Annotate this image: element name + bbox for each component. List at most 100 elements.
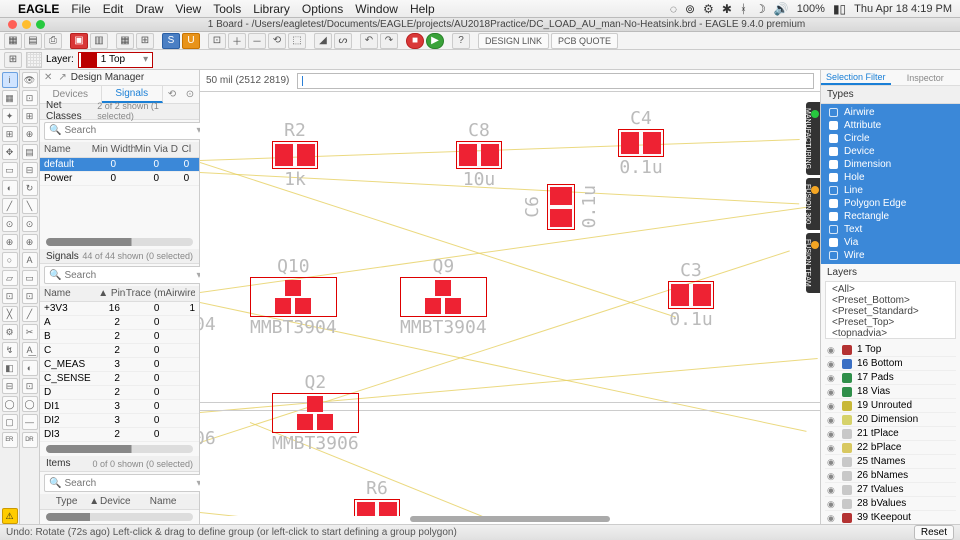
command-input[interactable] bbox=[297, 73, 814, 89]
tool[interactable]: ○ bbox=[2, 252, 18, 268]
tool[interactable]: ↯ bbox=[2, 342, 18, 358]
col-device[interactable]: Device bbox=[100, 496, 150, 507]
signals-search-input[interactable] bbox=[64, 270, 196, 281]
tool[interactable]: ⊟ bbox=[2, 378, 18, 394]
signal-row[interactable]: A20 bbox=[40, 316, 199, 330]
signal-row[interactable]: B20 bbox=[40, 330, 199, 344]
tool[interactable]: ⊡ bbox=[22, 90, 38, 106]
tool[interactable]: ╲ bbox=[22, 198, 38, 214]
layer-row[interactable]: ◉17 Pads bbox=[825, 371, 956, 385]
tab-inspector[interactable]: Inspector bbox=[891, 70, 960, 85]
col-name[interactable]: Name bbox=[44, 144, 92, 155]
layer-select[interactable]: 1 Top ▾ bbox=[78, 52, 153, 68]
warning-icon[interactable]: ⚠ bbox=[2, 508, 18, 524]
items-search[interactable]: 🔍 ▾ bbox=[44, 474, 206, 492]
type-via[interactable]: Via bbox=[821, 236, 960, 249]
type-hole[interactable]: Hole bbox=[821, 171, 960, 184]
dm-undock-icon[interactable]: ↗ bbox=[58, 72, 66, 83]
tool[interactable]: ◯ bbox=[2, 396, 18, 412]
layer-row[interactable]: ◉27 tValues bbox=[825, 483, 956, 497]
type-rectangle[interactable]: Rectangle bbox=[821, 210, 960, 223]
col-pins[interactable]: ▲ Pins bbox=[98, 288, 126, 299]
tool[interactable]: — bbox=[22, 414, 38, 430]
tool-button[interactable]: ᔕ bbox=[334, 33, 352, 49]
tool[interactable]: ⊞ bbox=[22, 108, 38, 124]
signal-row[interactable]: C20 bbox=[40, 344, 199, 358]
col-trace[interactable]: Trace (mil) bbox=[126, 288, 166, 299]
close-icon[interactable] bbox=[8, 20, 17, 29]
tool[interactable]: ◯ bbox=[22, 396, 38, 412]
tool[interactable]: ▢ bbox=[2, 414, 18, 430]
type-text[interactable]: Text bbox=[821, 223, 960, 236]
cam-button[interactable]: ▣ bbox=[70, 33, 88, 49]
type-circle[interactable]: Circle bbox=[821, 132, 960, 145]
vtab-fusionteam[interactable]: FUSION TEAM bbox=[806, 233, 820, 293]
info-tool[interactable]: i bbox=[2, 72, 18, 88]
grid-icon[interactable] bbox=[26, 52, 42, 68]
board-button[interactable]: ▥ bbox=[90, 33, 108, 49]
netclass-row[interactable]: Power000 bbox=[40, 172, 199, 186]
signal-row[interactable]: C_MEAS30 bbox=[40, 358, 199, 372]
layer-row[interactable]: ◉25 tNames bbox=[825, 455, 956, 469]
tool[interactable]: ᴰᴿ bbox=[22, 432, 38, 448]
tool[interactable]: ▦ bbox=[2, 90, 18, 106]
type-airwire[interactable]: Airwire bbox=[821, 106, 960, 119]
tool[interactable]: ⊕ bbox=[2, 234, 18, 250]
layer-row[interactable]: ◉18 Vias bbox=[825, 385, 956, 399]
menu-file[interactable]: File bbox=[71, 2, 90, 16]
menu-draw[interactable]: Draw bbox=[135, 2, 163, 16]
col-drill[interactable]: Min Via Drill (mil) bbox=[135, 144, 178, 155]
open-button[interactable]: ▦ bbox=[4, 33, 22, 49]
tool[interactable]: 👁 bbox=[22, 72, 38, 88]
col-name[interactable]: Name bbox=[150, 496, 195, 507]
signal-row[interactable]: +3V31601 bbox=[40, 302, 199, 316]
minimize-icon[interactable] bbox=[22, 20, 31, 29]
menu-window[interactable]: Window bbox=[355, 2, 398, 16]
dm-locate-icon[interactable]: ⊙ bbox=[181, 86, 199, 103]
tab-signals[interactable]: Signals bbox=[102, 86, 164, 103]
nc-scrollbar[interactable] bbox=[46, 238, 193, 246]
canvas-scrollbar-h[interactable] bbox=[410, 516, 610, 522]
menu-options[interactable]: Options bbox=[302, 2, 343, 16]
tool[interactable]: ▤ bbox=[22, 144, 38, 160]
redo-button[interactable]: ↷ bbox=[380, 33, 398, 49]
col-type[interactable]: Type bbox=[44, 496, 89, 507]
tool[interactable]: ✂ bbox=[22, 324, 38, 340]
ulp-button[interactable]: U bbox=[182, 33, 200, 49]
signal-row[interactable]: C_SENSE20 bbox=[40, 372, 199, 386]
tool[interactable]: ✦ bbox=[2, 108, 18, 124]
tab-selection-filter[interactable]: Selection Filter bbox=[821, 70, 891, 85]
netclasses-search-input[interactable] bbox=[64, 125, 196, 136]
design-link-chip[interactable]: DESIGN LINK bbox=[478, 33, 549, 49]
zoom-out-button[interactable]: － bbox=[248, 33, 266, 49]
component-C8[interactable]: C810u bbox=[456, 120, 502, 190]
component-C4[interactable]: C40.1u bbox=[618, 108, 664, 178]
layer-row[interactable]: ◉22 bPlace bbox=[825, 441, 956, 455]
zoom-icon[interactable] bbox=[36, 20, 45, 29]
tool[interactable]: ╳ bbox=[2, 306, 18, 322]
layer-presets[interactable]: <All><Preset_Bottom><Preset_Standard><Pr… bbox=[825, 281, 956, 339]
tool[interactable]: ⚙ bbox=[2, 324, 18, 340]
tool[interactable]: ◧ bbox=[2, 360, 18, 376]
tool[interactable]: ⊕ bbox=[22, 234, 38, 250]
preset-item[interactable]: <Preset_Top> bbox=[828, 317, 953, 328]
component-C3[interactable]: C30.1u bbox=[668, 260, 714, 330]
layer-row[interactable]: ◉21 tPlace bbox=[825, 427, 956, 441]
items-search-input[interactable] bbox=[64, 478, 196, 489]
component-R6[interactable]: R6 bbox=[354, 478, 400, 516]
move-tool[interactable]: ✥ bbox=[2, 144, 18, 160]
tool[interactable]: ↻ bbox=[22, 180, 38, 196]
type-wire[interactable]: Wire bbox=[821, 249, 960, 262]
layer-row[interactable]: ◉1 Top bbox=[825, 343, 956, 357]
signal-row[interactable]: DI230 bbox=[40, 414, 199, 428]
preset-item[interactable]: <Preset_Bottom> bbox=[828, 295, 953, 306]
tool[interactable]: ⊡ bbox=[22, 288, 38, 304]
layer-row[interactable]: ◉19 Unrouted bbox=[825, 399, 956, 413]
layer-row[interactable]: ◉20 Dimension bbox=[825, 413, 956, 427]
layer-row[interactable]: ◉16 Bottom bbox=[825, 357, 956, 371]
tool[interactable]: ⊕ bbox=[22, 126, 38, 142]
tool[interactable]: ▭ bbox=[2, 162, 18, 178]
sch-button[interactable]: ▦ bbox=[116, 33, 134, 49]
menu-help[interactable]: Help bbox=[410, 2, 435, 16]
board-canvas[interactable]: MANUFACTURING FUSION 360 FUSION TEAM R21… bbox=[200, 92, 820, 516]
